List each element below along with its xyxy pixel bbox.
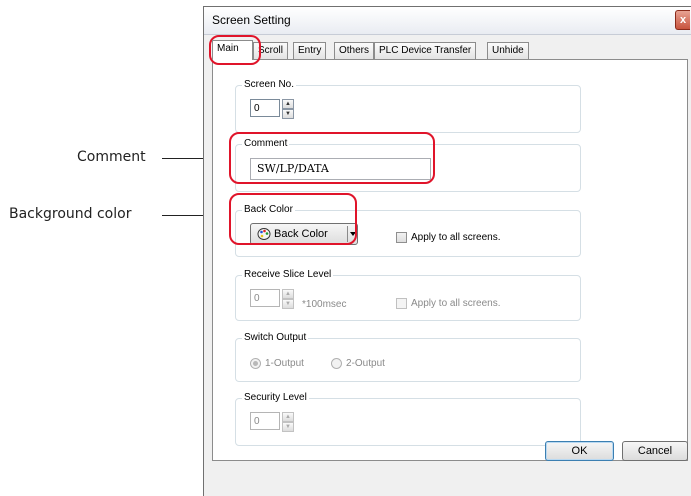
back-color-label: Back Color	[242, 204, 295, 216]
screen-no-input[interactable]: 0	[250, 99, 280, 117]
back-color-button-label: Back Color	[274, 228, 328, 240]
security-level-group: Security Level 0 ▲ ▼	[235, 392, 581, 446]
comment-label: Comment	[242, 138, 290, 150]
radio-2-output-label: 2-Output	[346, 358, 385, 369]
receive-slice-unit: *100msec	[302, 299, 347, 310]
spin-up-icon[interactable]: ▲	[282, 289, 294, 299]
spin-down-icon[interactable]: ▼	[282, 299, 294, 309]
dropdown-arrow-icon[interactable]	[350, 232, 356, 236]
background-color-callout-label: Background color	[9, 206, 132, 222]
radio-1-output[interactable]	[250, 358, 261, 369]
screen-setting-dialog: Screen Setting x Main Scroll Entry Other…	[203, 6, 691, 496]
back-color-apply-all-checkbox[interactable]	[396, 232, 407, 243]
screen-no-label: Screen No.	[242, 79, 297, 91]
screen-no-spinner: ▲ ▼	[282, 99, 294, 119]
security-level-spinner: ▲ ▼	[282, 412, 294, 432]
switch-output-group: Switch Output 1-Output 2-Output	[235, 332, 581, 382]
title-bar: Screen Setting x	[204, 7, 691, 35]
receive-slice-apply-all-label: Apply to all screens.	[411, 298, 501, 309]
security-level-input[interactable]: 0	[250, 412, 280, 430]
tab-plc-device-transfer[interactable]: PLC Device Transfer	[374, 42, 477, 59]
palette-icon	[257, 228, 271, 240]
close-icon: x	[679, 14, 687, 26]
spin-up-icon[interactable]: ▲	[282, 412, 294, 422]
spin-down-icon[interactable]: ▼	[282, 109, 294, 119]
background-color-callout-line	[162, 215, 204, 216]
receive-slice-spinner: ▲ ▼	[282, 289, 294, 309]
receive-slice-apply-all-checkbox[interactable]	[396, 298, 407, 309]
cancel-button[interactable]: Cancel	[622, 441, 688, 461]
radio-selected-dot	[253, 361, 258, 366]
tab-others[interactable]: Others	[334, 42, 375, 59]
receive-slice-level-label: Receive Slice Level	[242, 269, 334, 281]
dialog-title: Screen Setting	[212, 13, 291, 27]
comment-input[interactable]: SW/LP/DATA	[250, 158, 431, 180]
comment-callout-label: Comment	[77, 149, 146, 165]
tab-main[interactable]: Main	[212, 40, 253, 60]
radio-2-output[interactable]	[331, 358, 342, 369]
close-button[interactable]: x	[675, 10, 690, 30]
spin-down-icon[interactable]: ▼	[282, 422, 294, 432]
back-color-button[interactable]: Back Color	[250, 223, 358, 245]
split-divider	[347, 226, 348, 242]
security-level-label: Security Level	[242, 392, 309, 404]
tab-scroll[interactable]: Scroll	[253, 42, 289, 59]
tab-entry[interactable]: Entry	[293, 42, 327, 59]
back-color-group: Back Color Back Color Apply to all scree…	[235, 204, 581, 257]
screen-no-group: Screen No. 0 ▲ ▼	[235, 79, 581, 133]
ok-button[interactable]: OK	[545, 441, 614, 461]
main-tab-page: Screen No. 0 ▲ ▼ Comment SW/LP/DATA Back…	[212, 59, 688, 461]
comment-callout-line	[162, 158, 204, 159]
switch-output-label: Switch Output	[242, 332, 309, 344]
tab-unhide[interactable]: Unhide	[487, 42, 529, 59]
back-color-apply-all-label: Apply to all screens.	[411, 232, 501, 243]
spin-up-icon[interactable]: ▲	[282, 99, 294, 109]
radio-1-output-label: 1-Output	[265, 358, 304, 369]
receive-slice-level-group: Receive Slice Level 0 ▲ ▼ *100msec Apply…	[235, 269, 581, 321]
comment-group: Comment SW/LP/DATA	[235, 138, 581, 192]
receive-slice-input[interactable]: 0	[250, 289, 280, 307]
